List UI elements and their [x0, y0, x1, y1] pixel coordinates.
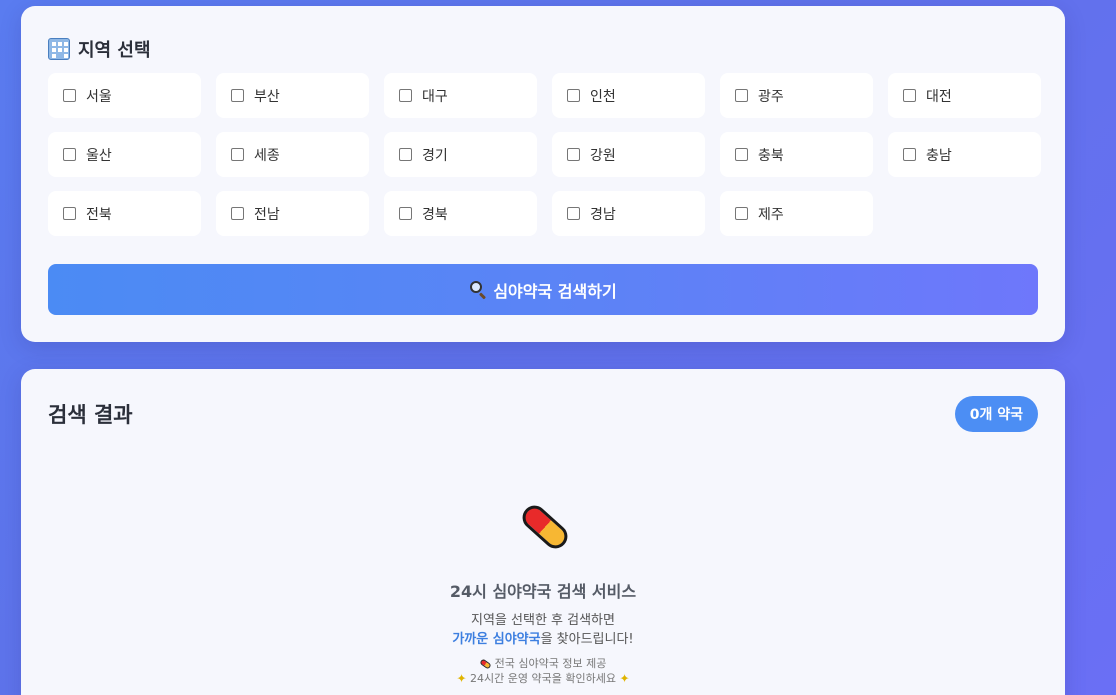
region-section-title: 지역 선택: [48, 36, 151, 62]
region-option[interactable]: 경남: [552, 191, 705, 236]
empty-state-notes: 전국 심야약국 정보 제공 ✦ 24시간 운영 약국을 확인하세요 ✦: [21, 656, 1065, 687]
empty-state-title: 24시 심야약국 검색 서비스: [449, 582, 637, 601]
region-option[interactable]: 충북: [720, 132, 873, 177]
region-label: 전남: [254, 206, 280, 223]
region-label: 대전: [926, 88, 952, 105]
region-label: 경기: [422, 147, 448, 164]
region-checkbox[interactable]: [399, 148, 412, 161]
region-option[interactable]: 부산: [216, 73, 369, 118]
region-checkbox[interactable]: [903, 89, 916, 102]
sparkle-icon: ✦: [619, 671, 630, 686]
search-results-card: 검색 결과 0개 약국 24시 심야약국 검색 서비스 지역을 선택한 후 검색…: [21, 369, 1065, 695]
region-select-card: 지역 선택 서울 부산 대구 인천 광주 대전울산 세종 경기 강원 충북 충남전북 전남 경북 경남 제주…: [21, 6, 1065, 342]
result-count-badge: 0개 약국: [954, 396, 1038, 432]
region-checkbox[interactable]: [231, 89, 244, 102]
region-label: 서울: [86, 88, 112, 105]
empty-state-note2-text: 24시간 운영 약국을 확인하세요: [470, 672, 616, 685]
region-label: 대구: [422, 88, 448, 105]
empty-state-description: 지역을 선택한 후 검색하면 가까운 심야약국을 찾아드립니다!: [21, 611, 1065, 649]
region-label: 경남: [590, 206, 616, 223]
region-checkbox[interactable]: [903, 148, 916, 161]
region-section-title-text: 지역 선택: [78, 40, 151, 61]
empty-state-desc-line2-rest: 을 찾아드립니다!: [540, 632, 634, 647]
region-option[interactable]: 경북: [384, 191, 537, 236]
search-pharmacy-button[interactable]: 심야약국 검색하기: [48, 264, 1038, 315]
region-checkbox[interactable]: [231, 148, 244, 161]
search-icon: [469, 280, 487, 300]
region-label: 충남: [926, 147, 952, 164]
region-label: 울산: [86, 147, 112, 164]
empty-state-desc-line1: 지역을 선택한 후 검색하면: [471, 613, 615, 628]
region-checkbox[interactable]: [735, 148, 748, 161]
region-checkbox[interactable]: [63, 89, 76, 102]
region-option[interactable]: 전남: [216, 191, 369, 236]
region-label: 충북: [758, 147, 784, 164]
region-checkbox[interactable]: [567, 148, 580, 161]
pill-icon: [478, 658, 492, 670]
region-checkbox[interactable]: [63, 207, 76, 220]
sparkle-icon: ✦: [456, 671, 467, 686]
region-option[interactable]: 세종: [216, 132, 369, 177]
region-grid: 서울 부산 대구 인천 광주 대전울산 세종 경기 강원 충북 충남전북 전남 경북 경남 제주: [48, 73, 1041, 236]
empty-state-highlight: 가까운 심야약국: [452, 632, 541, 647]
region-option[interactable]: 광주: [720, 73, 873, 118]
region-option[interactable]: 경기: [384, 132, 537, 177]
empty-state: 24시 심야약국 검색 서비스 지역을 선택한 후 검색하면 가까운 심야약국을…: [21, 500, 1065, 687]
region-option[interactable]: 대전: [888, 73, 1041, 118]
region-label: 전북: [86, 206, 112, 223]
region-checkbox[interactable]: [63, 148, 76, 161]
region-checkbox[interactable]: [735, 89, 748, 102]
region-checkbox[interactable]: [399, 207, 412, 220]
region-option[interactable]: 전북: [48, 191, 201, 236]
region-label: 경북: [422, 206, 448, 223]
pill-icon: [517, 500, 573, 554]
region-option[interactable]: 서울: [48, 73, 201, 118]
region-checkbox[interactable]: [399, 89, 412, 102]
region-option[interactable]: 제주: [720, 191, 873, 236]
region-label: 부산: [254, 88, 280, 105]
region-checkbox[interactable]: [231, 207, 244, 220]
empty-state-desc-line2: 가까운 심야약국을 찾아드립니다!: [21, 630, 1065, 649]
search-button-label: 심야약국 검색하기: [493, 281, 617, 301]
region-label: 광주: [758, 88, 784, 105]
region-option[interactable]: 인천: [552, 73, 705, 118]
results-title: 검색 결과: [48, 403, 133, 427]
region-option[interactable]: 강원: [552, 132, 705, 177]
region-checkbox[interactable]: [567, 207, 580, 220]
region-checkbox[interactable]: [567, 89, 580, 102]
building-icon: [48, 38, 70, 60]
region-label: 강원: [590, 147, 616, 164]
empty-state-note1-text: 전국 심야약국 정보 제공: [494, 657, 607, 670]
region-label: 인천: [590, 88, 616, 105]
empty-state-note2: ✦ 24시간 운영 약국을 확인하세요 ✦: [21, 671, 1065, 687]
region-option[interactable]: 대구: [384, 73, 537, 118]
empty-state-note1: 전국 심야약국 정보 제공: [21, 656, 1065, 671]
region-option[interactable]: 울산: [48, 132, 201, 177]
region-option[interactable]: 충남: [888, 132, 1041, 177]
region-label: 세종: [254, 147, 280, 164]
region-label: 제주: [758, 206, 784, 223]
region-checkbox[interactable]: [735, 207, 748, 220]
